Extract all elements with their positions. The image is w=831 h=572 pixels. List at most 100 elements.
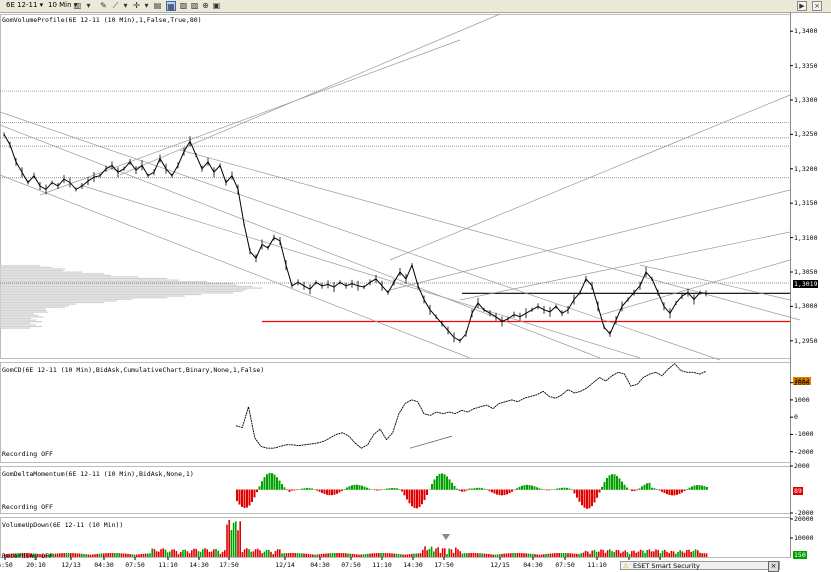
volume-profile-bar [0,321,42,322]
delta-bar [331,490,333,496]
volume-bar [189,553,191,557]
volume-bar [61,553,63,557]
delta-bar [484,489,486,490]
volume-bar [490,554,492,557]
volume-bar [596,552,598,557]
volume-bar [525,553,527,557]
volume-bar [202,549,204,557]
delta-bar [679,490,681,494]
volume-bar [261,553,263,557]
volume-bar [290,553,292,557]
delta-bar [321,490,323,493]
volume-bar [464,553,466,557]
volume-bar [257,549,259,557]
delta-bar [619,478,621,489]
delta-bar [606,478,608,490]
volume-bar [107,553,109,557]
volume-bar [191,550,193,557]
volume-profile-bar [0,324,36,325]
volume-bar [572,553,574,557]
delta-bar [676,490,678,495]
volume-bar [510,553,512,557]
delta-bar [574,490,576,494]
volume-bar [283,553,285,557]
delta-bar [294,490,296,491]
volume-bar [701,553,703,557]
volume-profile-bar [0,265,40,266]
volume-profile-bar [0,315,38,316]
volume-bar [457,549,459,557]
delta-bar [511,490,513,492]
volume-profile-bar [0,316,43,317]
delta-bar [411,490,413,507]
delta-bar [404,490,406,496]
volume-profile-bar [0,291,243,292]
volume-profile-bar [0,300,117,301]
volume-bar [272,554,274,557]
trend-channel-line [120,14,500,175]
delta-bar [441,473,443,489]
volume-bar [237,530,239,557]
volume-bar [583,553,585,557]
delta-bar [611,474,613,490]
volume-profile-bar [0,323,30,324]
volume-bar [349,554,351,557]
volume-bar [387,553,389,557]
delta-bar [536,487,538,489]
volume-bar [231,530,233,557]
volume-bar [264,552,266,557]
volume-bar [297,553,299,557]
delta-bar [324,490,326,494]
volume-bar [521,553,523,557]
volume-bar [618,550,620,557]
delta-bar [386,489,388,490]
volume-bar [99,554,101,557]
volume-bar [466,553,468,557]
delta-bar [426,490,428,496]
volume-bar [182,550,184,557]
volume-bar [167,552,169,557]
delta-bar [366,488,368,490]
volume-bar [682,551,684,557]
delta-bar [624,485,626,490]
volume-bar [440,553,442,557]
delta-bar [514,490,516,491]
delta-bar [554,489,556,490]
time-axis-label: 11:10 [587,561,607,569]
volume-bar [79,554,81,557]
volume-bar [532,554,534,557]
volume-bar [426,550,428,557]
volume-bar [693,551,695,557]
eset-close-button[interactable]: × [768,561,779,572]
volume-bar [598,552,600,557]
volume-bar [226,525,228,557]
volume-bar [171,550,173,557]
trend-channel-line [180,150,800,320]
delta-bar [549,490,551,491]
volume-bar [554,553,556,557]
delta-bar [361,486,363,490]
volume-bar [176,551,178,557]
volume-bar [640,550,642,557]
volume-bar [594,550,596,557]
time-axis-label: 6:50 [0,561,13,569]
volume-bar [149,553,151,557]
volume-value-tag: 150 [793,551,807,559]
delta-bar [694,486,696,490]
volume-bar [543,554,545,557]
delta-bar [251,490,253,502]
volume-bar [644,553,646,557]
volume-bar [352,554,354,557]
eset-popup[interactable]: ⚠ ESET Smart Security [620,561,780,570]
volume-bar [151,548,153,557]
cd-axis-label: 1000 [794,396,810,404]
delta-bar [524,485,526,490]
delta-bar [651,488,653,490]
delta-bar [491,490,493,493]
volume-bar [697,550,699,557]
volume-bar [578,554,580,557]
volume-bar [541,554,543,557]
volume-bar [497,554,499,557]
volume-bar [446,554,448,557]
price-axis-label: 1,3000 [794,302,817,310]
